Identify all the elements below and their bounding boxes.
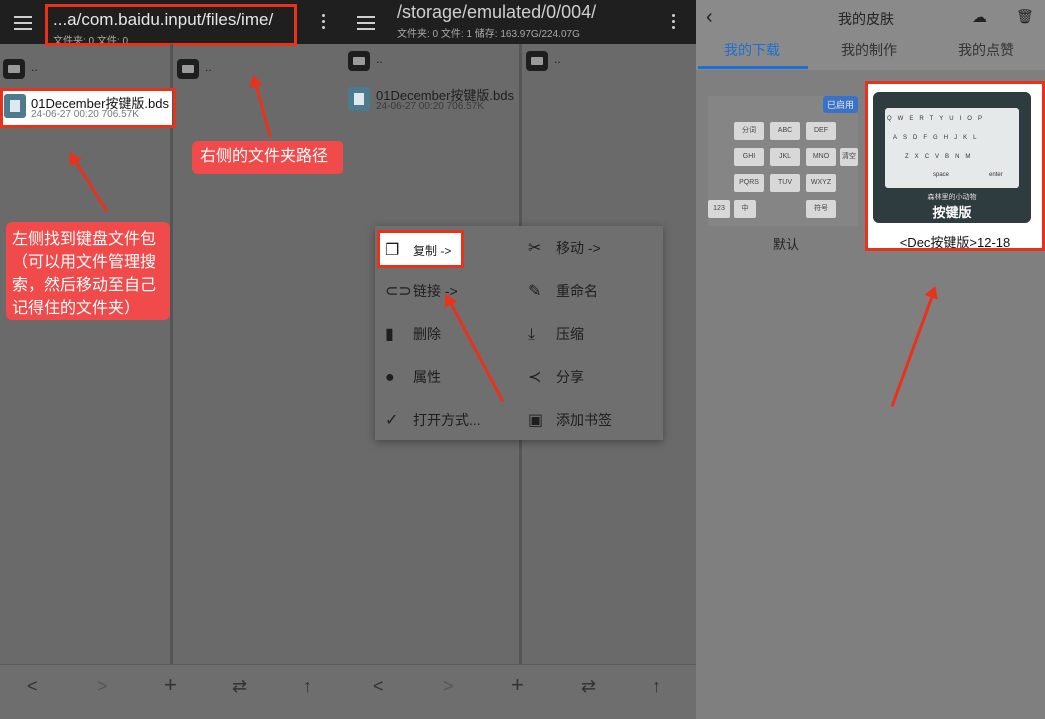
path-title: /storage/emulated/0/004/ (397, 2, 597, 22)
copy-icon: ❐ (385, 242, 400, 259)
parent-dir[interactable]: .. (554, 52, 561, 66)
cloud-upload-icon[interactable]: ☁ (972, 8, 987, 26)
tab-creations[interactable]: 我的制作 (841, 40, 897, 60)
parent-dir[interactable]: .. (205, 60, 212, 74)
column-divider (170, 44, 173, 664)
trash-icon: ▮ (385, 326, 394, 343)
more-icon[interactable] (672, 14, 676, 32)
scissors-icon: ✂ (528, 240, 542, 257)
annotation-arrow (69, 153, 109, 213)
trash-icon[interactable]: 🗑 (1016, 8, 1034, 25)
back-icon[interactable]: ‹ (706, 6, 713, 29)
key: 分词 (734, 122, 764, 140)
key: GHI (734, 148, 764, 166)
tab-indicator (698, 66, 808, 69)
key: 123 (708, 200, 730, 218)
status-badge: 已启用 (822, 96, 858, 113)
more-icon[interactable] (322, 14, 326, 32)
add-icon[interactable]: + (511, 672, 524, 698)
up-icon[interactable]: ↑ (652, 676, 661, 697)
key: MNO (806, 148, 836, 166)
add-icon[interactable]: + (164, 672, 177, 698)
forward-icon[interactable]: > (97, 676, 108, 697)
info-icon: ● (385, 369, 395, 386)
key: 符号 (806, 200, 836, 218)
key: ABC (770, 122, 800, 140)
page-title: 我的皮肤 (838, 11, 894, 27)
menu-bookmark[interactable]: ▣ 添加书签 (528, 410, 612, 430)
swap-icon[interactable]: ⇄ (581, 676, 596, 697)
parent-dir[interactable]: .. (31, 60, 38, 74)
check-icon: ✓ (385, 412, 399, 429)
menu-rename[interactable]: ✎ 重命名 (528, 281, 598, 301)
back-icon[interactable]: < (27, 676, 38, 697)
file-icon (348, 87, 370, 111)
context-menu: ❐ 复制 -> ✂ 移动 -> ⊂⊃链接 -> ✎ 重命名 ▮ 删除 ⤓ 压缩 ● 属性 ≺… (375, 226, 663, 440)
share-icon: ≺ (528, 369, 542, 386)
key: PQRS (734, 174, 764, 192)
highlight-box (0, 88, 176, 128)
back-icon[interactable]: < (373, 676, 384, 697)
tab-likes[interactable]: 我的点赞 (958, 40, 1014, 60)
swap-icon[interactable]: ⇄ (232, 676, 247, 697)
up-icon[interactable]: ↑ (303, 676, 312, 697)
highlight-box (45, 4, 297, 46)
menu-open-with[interactable]: ✓ 打开方式... (385, 410, 481, 430)
folder-icon[interactable] (177, 59, 199, 79)
menu-icon[interactable] (14, 16, 32, 30)
menu-properties[interactable]: ● 属性 (385, 367, 441, 387)
annotation-arrow (252, 76, 272, 137)
menu-copy[interactable]: ❐ 复制 -> (385, 240, 451, 260)
key: JKL (770, 148, 800, 166)
key: TUV (770, 174, 800, 192)
key: 清空 (840, 148, 858, 166)
folder-icon[interactable] (526, 51, 548, 71)
default-skin-label: 默认 (773, 237, 800, 252)
folder-icon[interactable] (3, 59, 25, 79)
highlight-box (865, 81, 1045, 251)
folder-icon[interactable] (348, 51, 370, 71)
default-skin-thumb[interactable]: 已启用 分词 ABC DEF GHI JKL MNO PQRS TUV WXYZ… (708, 96, 858, 226)
file-manager-panel-1: ...a/com.baidu.input/files/ime/ 文件夹: 0 文… (0, 0, 343, 719)
key: DEF (806, 122, 836, 140)
tab-downloads[interactable]: 我的下载 (724, 40, 780, 60)
file-meta: 24-06-27 00:20 706.57K (376, 101, 484, 112)
menu-delete[interactable]: ▮ 删除 (385, 324, 441, 344)
bookmark-icon: ▣ (528, 412, 544, 429)
callout-left: 左侧找到键盘文件包（可以用文件管理搜索，然后移动至自己记得住的文件夹） (6, 222, 170, 320)
parent-dir[interactable]: .. (376, 52, 383, 66)
path-subinfo: 文件夹: 0 文件: 1 储存: 163.97G/224.07G (397, 29, 580, 40)
file-row[interactable]: 01December按键版.bds 24-06-27 00:20 706.57K (347, 84, 519, 114)
pencil-icon: ✎ (528, 283, 542, 300)
link-icon: ⊂⊃ (385, 283, 412, 300)
forward-icon[interactable]: > (443, 676, 454, 697)
top-bar: /storage/emulated/0/004/ 文件夹: 0 文件: 1 储存… (343, 0, 696, 44)
download-icon: ⤓ (528, 326, 536, 343)
menu-icon[interactable] (357, 16, 375, 30)
key: 中 (734, 200, 756, 218)
callout-right: 右侧的文件夹路径 (192, 141, 343, 174)
key: WXYZ (806, 174, 836, 192)
menu-compress[interactable]: ⤓ 压缩 (528, 324, 584, 344)
annotation-arrow (890, 287, 937, 408)
skin-panel: ‹ 我的皮肤 ☁ 🗑 我的下载 我的制作 我的点赞 已启用 分词 ABC DEF… (696, 0, 1045, 719)
menu-move[interactable]: ✂ 移动 -> (528, 238, 601, 258)
menu-share[interactable]: ≺ 分享 (528, 367, 584, 387)
